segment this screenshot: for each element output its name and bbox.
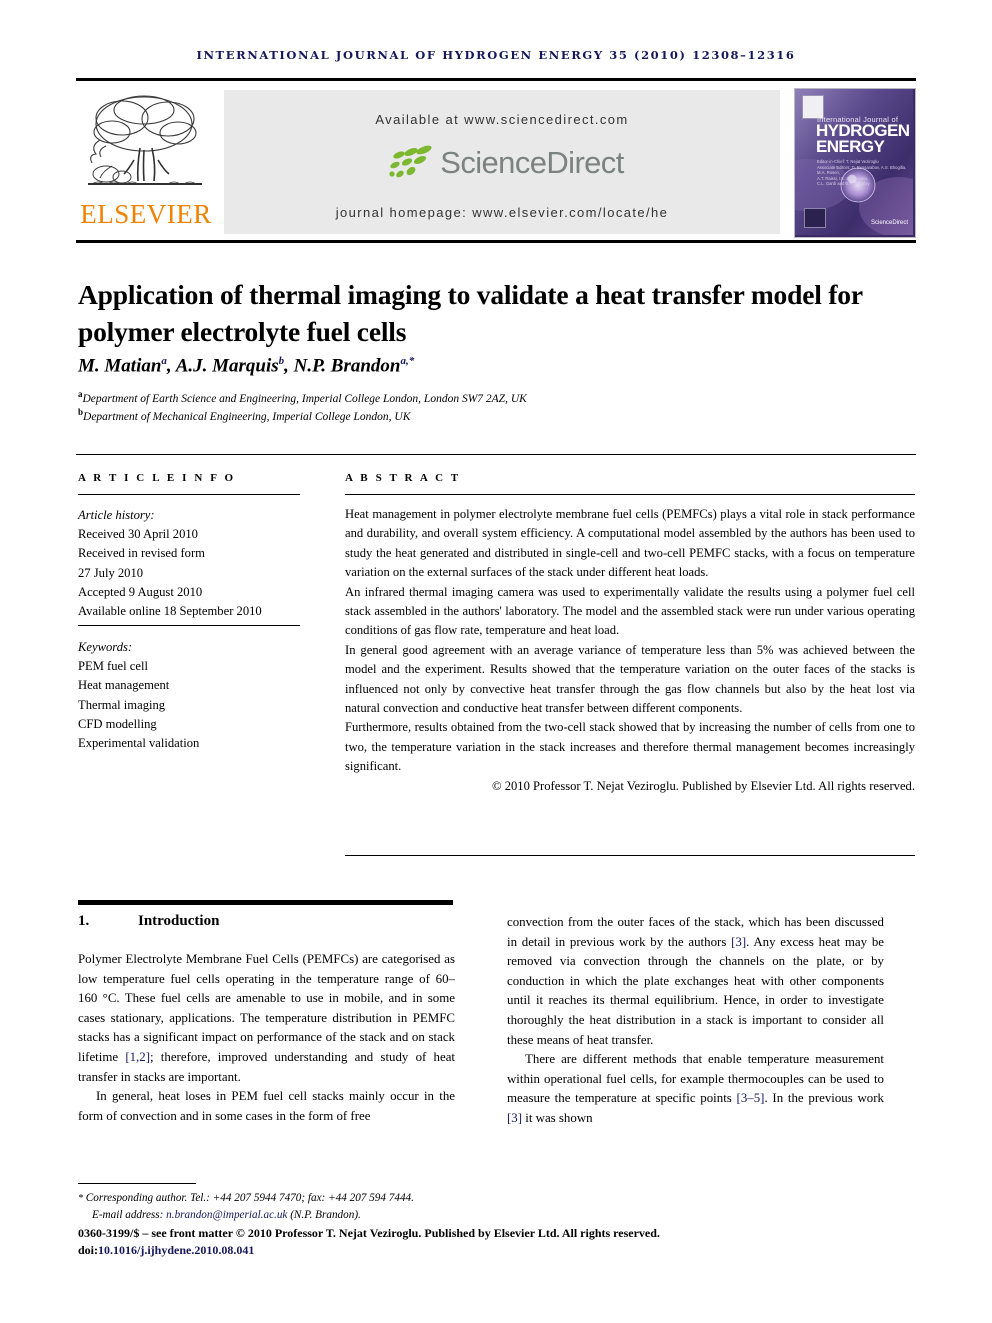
affiliation-a: aDepartment of Earth Science and Enginee… [78, 389, 908, 405]
corresponding-author-text: Corresponding author. Tel.: +44 207 5944… [85, 1192, 414, 1204]
section-title: Introduction [138, 913, 220, 929]
paragraph-text: . In the previous work [764, 1091, 884, 1106]
corresponding-author-note: * Corresponding author. Tel.: +44 207 59… [78, 1190, 918, 1207]
keyword-item: Thermal imaging [78, 697, 166, 712]
cover-line3: ENERGY [816, 137, 885, 156]
doi-label: doi: [78, 1243, 99, 1257]
body-paragraph: There are different methods that enable … [507, 1050, 884, 1128]
elsevier-logo[interactable]: ELSEVIER [76, 86, 216, 238]
keywords-block: Keywords: PEM fuel cell Heat management … [78, 638, 306, 753]
paragraph-text: . Any excess heat may be removed via con… [507, 934, 884, 1047]
elsevier-wordmark: ELSEVIER [80, 199, 212, 229]
article-history: Article history: Received 30 April 2010 … [78, 506, 306, 621]
keywords-divider-rule [78, 625, 300, 626]
history-item: Received in revised form [78, 546, 205, 561]
abstract-paragraph: In general good agreement with an averag… [345, 642, 915, 716]
author-2: A.J. Marquis [175, 355, 279, 377]
footnote-rule [78, 1183, 196, 1184]
body-paragraph: Polymer Electrolyte Membrane Fuel Cells … [78, 950, 455, 1087]
keyword-item: Experimental validation [78, 736, 200, 751]
issn-copyright-line: 0360-3199/$ – see front matter © 2010 Pr… [78, 1226, 660, 1240]
journal-article-page: INTERNATIONAL JOURNAL OF HYDROGEN ENERGY… [0, 0, 992, 1323]
elsevier-tree-icon [88, 95, 202, 185]
available-at-text: Available at www.sciencedirect.com [375, 112, 629, 127]
citation-link[interactable]: [3–5] [737, 1091, 765, 1105]
email-note: E-mail address: n.brandon@imperial.ac.uk… [78, 1207, 361, 1224]
history-item: Accepted 9 August 2010 [78, 584, 203, 599]
footnote-block: * Corresponding author. Tel.: +44 207 59… [78, 1190, 918, 1224]
cover-editors: Editor-in-Chief: T. Nejat Veziroglu Asso… [817, 159, 909, 187]
copyright-line: © 2010 Professor T. Nejat Veziroglu. Pub… [492, 778, 915, 793]
sciencedirect-banner: Available at www.sciencedirect.com Scien… [224, 90, 780, 234]
history-item: Available online 18 September 2010 [78, 604, 262, 619]
sciencedirect-wordmark: ScienceDirect [440, 145, 624, 180]
cover-editor-line2: Associate Editors: D. Bessarabov, A.S. B… [817, 164, 907, 176]
sciencedirect-logo[interactable]: ScienceDirect [224, 143, 780, 191]
keyword-item: PEM fuel cell [78, 659, 148, 674]
cover-title: HYDROGEN ENERGY [816, 122, 914, 156]
masthead: ELSEVIER Available at www.sciencedirect.… [76, 86, 916, 238]
keyword-item: CFD modelling [78, 716, 157, 731]
doi-line: doi:10.1016/j.ijhydene.2010.08.041 [78, 1243, 918, 1258]
page-title: Application of thermal imaging to valida… [78, 279, 863, 348]
author-3: N.P. Brandon [293, 355, 401, 377]
article-info-label: A R T I C L E I N F O [78, 472, 236, 484]
affiliation-a-text: Department of Earth Science and Engineer… [82, 392, 527, 405]
masthead-bottom-rule [76, 240, 916, 243]
article-info-rule [78, 494, 300, 495]
running-head: INTERNATIONAL JOURNAL OF HYDROGEN ENERGY… [196, 48, 796, 62]
body-column-right: convection from the outer faces of the s… [507, 913, 884, 1129]
body-paragraph: convection from the outer faces of the s… [507, 913, 884, 1050]
email-label: E-mail address: [92, 1209, 167, 1221]
abstract-label: A B S T R A C T [345, 472, 461, 484]
info-top-rule [76, 454, 916, 455]
history-item: 27 July 2010 [78, 565, 144, 580]
journal-homepage-text: journal homepage: www.elsevier.com/locat… [335, 205, 669, 220]
abstract-bottom-rule [345, 855, 915, 856]
body-column-left: Polymer Electrolyte Membrane Fuel Cells … [78, 950, 455, 1126]
author-1: M. Matian [78, 355, 162, 377]
citation-link[interactable]: [3] [731, 935, 746, 949]
affiliation-b-text: Department of Mechanical Engineering, Im… [83, 410, 411, 423]
paragraph-text: it was shown [522, 1110, 593, 1125]
paragraph-text: Polymer Electrolyte Membrane Fuel Cells … [78, 952, 455, 1064]
abstract-paragraph: An infrared thermal imaging camera was u… [345, 584, 915, 638]
author-3-affiliation-marker: a,* [400, 355, 415, 367]
sciencedirect-leaf-icon [389, 145, 432, 178]
abstract-paragraph: Heat management in polymer electrolyte m… [345, 507, 915, 580]
author-1-affiliation-marker: a [161, 355, 167, 367]
author-list: M. Matiana, A.J. Marquisb, N.P. Brandona… [78, 355, 415, 377]
corresponding-author-marker: * [78, 1193, 83, 1204]
citation-link[interactable]: [1,2] [125, 1050, 150, 1064]
section-number: 1. [78, 913, 90, 929]
citation-link[interactable]: [3] [507, 1111, 522, 1125]
keyword-item: Heat management [78, 678, 170, 693]
cover-ihe-badge [804, 208, 826, 228]
affiliation-b: bDepartment of Mechanical Engineering, I… [78, 407, 908, 423]
author-2-affiliation-marker: b [278, 355, 285, 367]
cover-sciencedirect-mark: ScienceDirect [870, 220, 908, 226]
email-link[interactable]: n.brandon@imperial.ac.uk [166, 1209, 287, 1221]
section-heading-rule [78, 900, 453, 905]
history-item: Received 30 April 2010 [78, 527, 198, 542]
body-paragraph: In general, heat loses in PEM fuel cell … [78, 1089, 455, 1123]
abstract-body: Heat management in polymer electrolyte m… [345, 505, 915, 796]
abstract-rule [345, 494, 915, 495]
doi-link[interactable]: 10.1016/j.ijhydene.2010.08.041 [98, 1243, 254, 1257]
abstract-paragraph: Furthermore, results obtained from the t… [345, 720, 915, 774]
email-suffix: (N.P. Brandon). [287, 1209, 361, 1221]
keywords-heading: Keywords: [78, 640, 133, 654]
journal-cover-thumbnail[interactable]: International Journal of HYDROGEN ENERGY… [794, 88, 916, 238]
article-history-heading: Article history: [78, 508, 155, 522]
cover-editor-line4: C.L. Gardi and B.A. Peppley [817, 181, 870, 187]
top-rule [76, 78, 916, 81]
